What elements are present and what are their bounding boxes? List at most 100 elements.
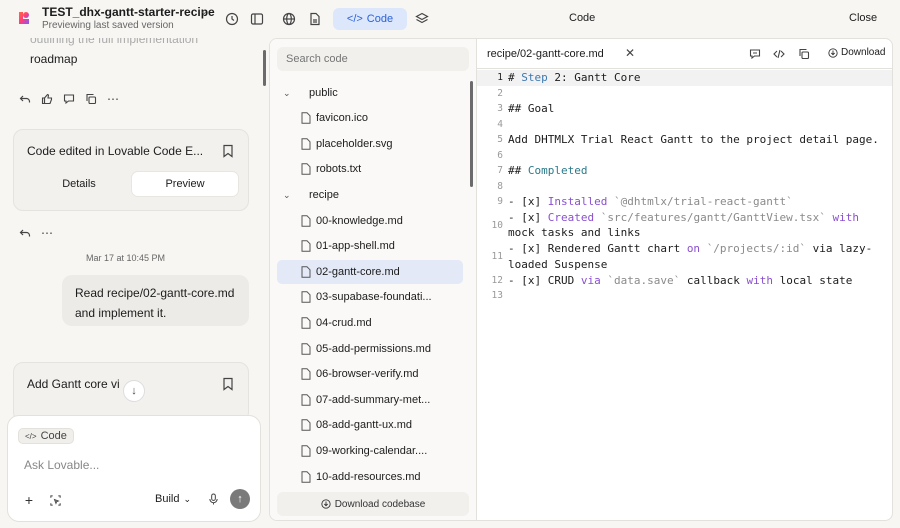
project-title[interactable]: TEST_dhx-gantt-starter-recipe (42, 5, 215, 19)
download-codebase-button[interactable]: Download codebase (277, 492, 469, 516)
tree-file[interactable]: placeholder.svg (277, 132, 463, 156)
code-brackets-icon[interactable] (772, 47, 786, 61)
sidebar-toggle-icon[interactable] (247, 9, 267, 29)
tree-file[interactable]: 08-add-gantt-ux.md (277, 413, 463, 437)
file-icon (301, 471, 311, 483)
line-number: 4 (497, 118, 503, 130)
more-icon[interactable]: ⋯ (106, 92, 120, 106)
chat-scrollbar[interactable] (263, 50, 266, 86)
line-number: 2 (497, 87, 503, 99)
tree-item-label: 08-add-gantt-ux.md (316, 419, 412, 431)
send-button[interactable]: ↑ (230, 489, 250, 509)
tree-file[interactable]: 03-supabase-foundati... (277, 285, 463, 309)
download-file-label: Download (841, 47, 886, 58)
code-chip[interactable]: </> Code (18, 428, 74, 444)
editor-file-tab[interactable]: recipe/02-gantt-core.md (487, 48, 604, 60)
chat-input-box: </> Code Ask Lovable... + Build ⌄ ↑ (7, 415, 261, 522)
code-token: `/projects/:id` (706, 242, 807, 255)
line-content: Add DHTMLX Trial React Gantt to the proj… (508, 132, 892, 148)
tree-file[interactable]: 05-add-permissions.md (277, 337, 463, 361)
code-token: - [x] (508, 195, 548, 208)
copy-icon[interactable] (797, 47, 811, 61)
plus-icon[interactable]: + (21, 492, 37, 508)
code-content[interactable]: 1 # Step 2: Gantt Core 2 3 ## Goal 4 5 Add DHTM… (477, 70, 892, 520)
download-codebase-label: Download codebase (334, 498, 426, 510)
code-token: Step (521, 71, 548, 84)
tree-item-label: 00-knowledge.md (316, 215, 403, 227)
layers-icon[interactable] (412, 9, 432, 29)
tree-file[interactable]: favicon.ico (277, 106, 463, 130)
code-editor: recipe/02-gantt-core.md ✕ Download 1 # St… (477, 39, 892, 520)
code-chip-label: Code (40, 430, 67, 442)
thumbs-up-icon[interactable] (40, 92, 54, 106)
undo-icon[interactable] (18, 226, 32, 240)
close-tab-icon[interactable]: ✕ (625, 46, 635, 60)
file-tree-scrollbar[interactable] (470, 81, 473, 187)
tree-file[interactable]: 04-crud.md (277, 311, 463, 335)
microphone-icon[interactable] (206, 491, 220, 507)
comment-icon[interactable] (62, 92, 76, 106)
line-number: 5 (497, 134, 503, 145)
tree-file[interactable]: 06-browser-verify.md (277, 362, 463, 386)
tree-item-label: favicon.ico (316, 112, 368, 124)
document-icon[interactable] (305, 9, 325, 29)
tab-details[interactable]: Details (26, 172, 132, 196)
file-icon (301, 445, 311, 457)
card-title[interactable]: Code edited in Lovable Code E... (27, 144, 212, 158)
tree-file[interactable]: 01-app-shell.md (277, 234, 463, 258)
visual-edit-icon[interactable] (47, 492, 63, 508)
line-number: 1 (497, 72, 503, 83)
tree-item-label: recipe (309, 189, 339, 201)
code-token: Completed (527, 164, 588, 177)
more-icon[interactable]: ⋯ (40, 226, 54, 240)
code-token: Installed (547, 195, 608, 208)
file-icon (301, 266, 311, 278)
download-file-button[interactable]: Download (828, 47, 885, 58)
globe-icon[interactable] (279, 9, 299, 29)
chevron-down-icon[interactable]: ⌄ (200, 6, 208, 17)
chevron-down-icon: ⌄ (283, 87, 291, 98)
tree-file[interactable]: 10-add-resources.md (277, 465, 463, 489)
line-number: 8 (497, 180, 503, 192)
comment-code-icon[interactable] (748, 47, 762, 61)
history-icon[interactable] (222, 9, 242, 29)
tree-file[interactable]: 02-gantt-core.md (277, 260, 463, 284)
card-title[interactable]: Add Gantt core vi (27, 377, 177, 391)
tree-item-label: 09-working-calendar.... (316, 445, 428, 457)
chat-input[interactable]: Ask Lovable... (24, 458, 99, 472)
tree-folder[interactable]: ⌄ public (277, 81, 463, 105)
file-icon (301, 394, 311, 406)
copy-icon[interactable] (84, 92, 98, 106)
tree-file[interactable]: 00-knowledge.md (277, 209, 463, 233)
file-icon (301, 112, 311, 124)
file-icon (301, 368, 311, 380)
code-token: - [x] (508, 210, 548, 224)
tree-item-label: 06-browser-verify.md (316, 368, 419, 380)
panel-title: Code (569, 12, 596, 24)
build-mode-dropdown[interactable]: Build ⌄ (155, 493, 191, 505)
code-view-button[interactable]: </> Code (333, 8, 407, 30)
tree-file[interactable]: robots.txt (277, 157, 463, 181)
bookmark-icon[interactable] (222, 144, 234, 158)
chevron-down-icon: ⌄ (183, 493, 192, 504)
bookmark-icon[interactable] (222, 377, 234, 391)
tree-item-label: public (309, 87, 338, 99)
tree-folder[interactable]: ⌄ recipe (277, 183, 463, 207)
tree-file[interactable]: 09-working-calendar.... (277, 439, 463, 463)
chevron-down-icon: ⌄ (283, 189, 291, 200)
code-token: local state (772, 273, 853, 287)
search-code-input[interactable] (277, 47, 469, 71)
tree-file[interactable]: 07-add-summary-met... (277, 388, 463, 412)
undo-icon[interactable] (18, 92, 32, 106)
scroll-down-arrow-icon[interactable]: ↓ (123, 380, 145, 402)
project-subtitle: Previewing last saved version (42, 20, 174, 31)
close-button[interactable]: Close (849, 12, 877, 24)
tab-preview[interactable]: Preview (132, 172, 238, 196)
line-content: ## Completed (508, 163, 892, 179)
code-token: with (832, 210, 860, 224)
lovable-logo-icon[interactable] (16, 10, 32, 26)
line-content: - [x] Rendered Gantt chart on `/projects… (508, 241, 892, 272)
code-line: 6 (477, 148, 892, 164)
